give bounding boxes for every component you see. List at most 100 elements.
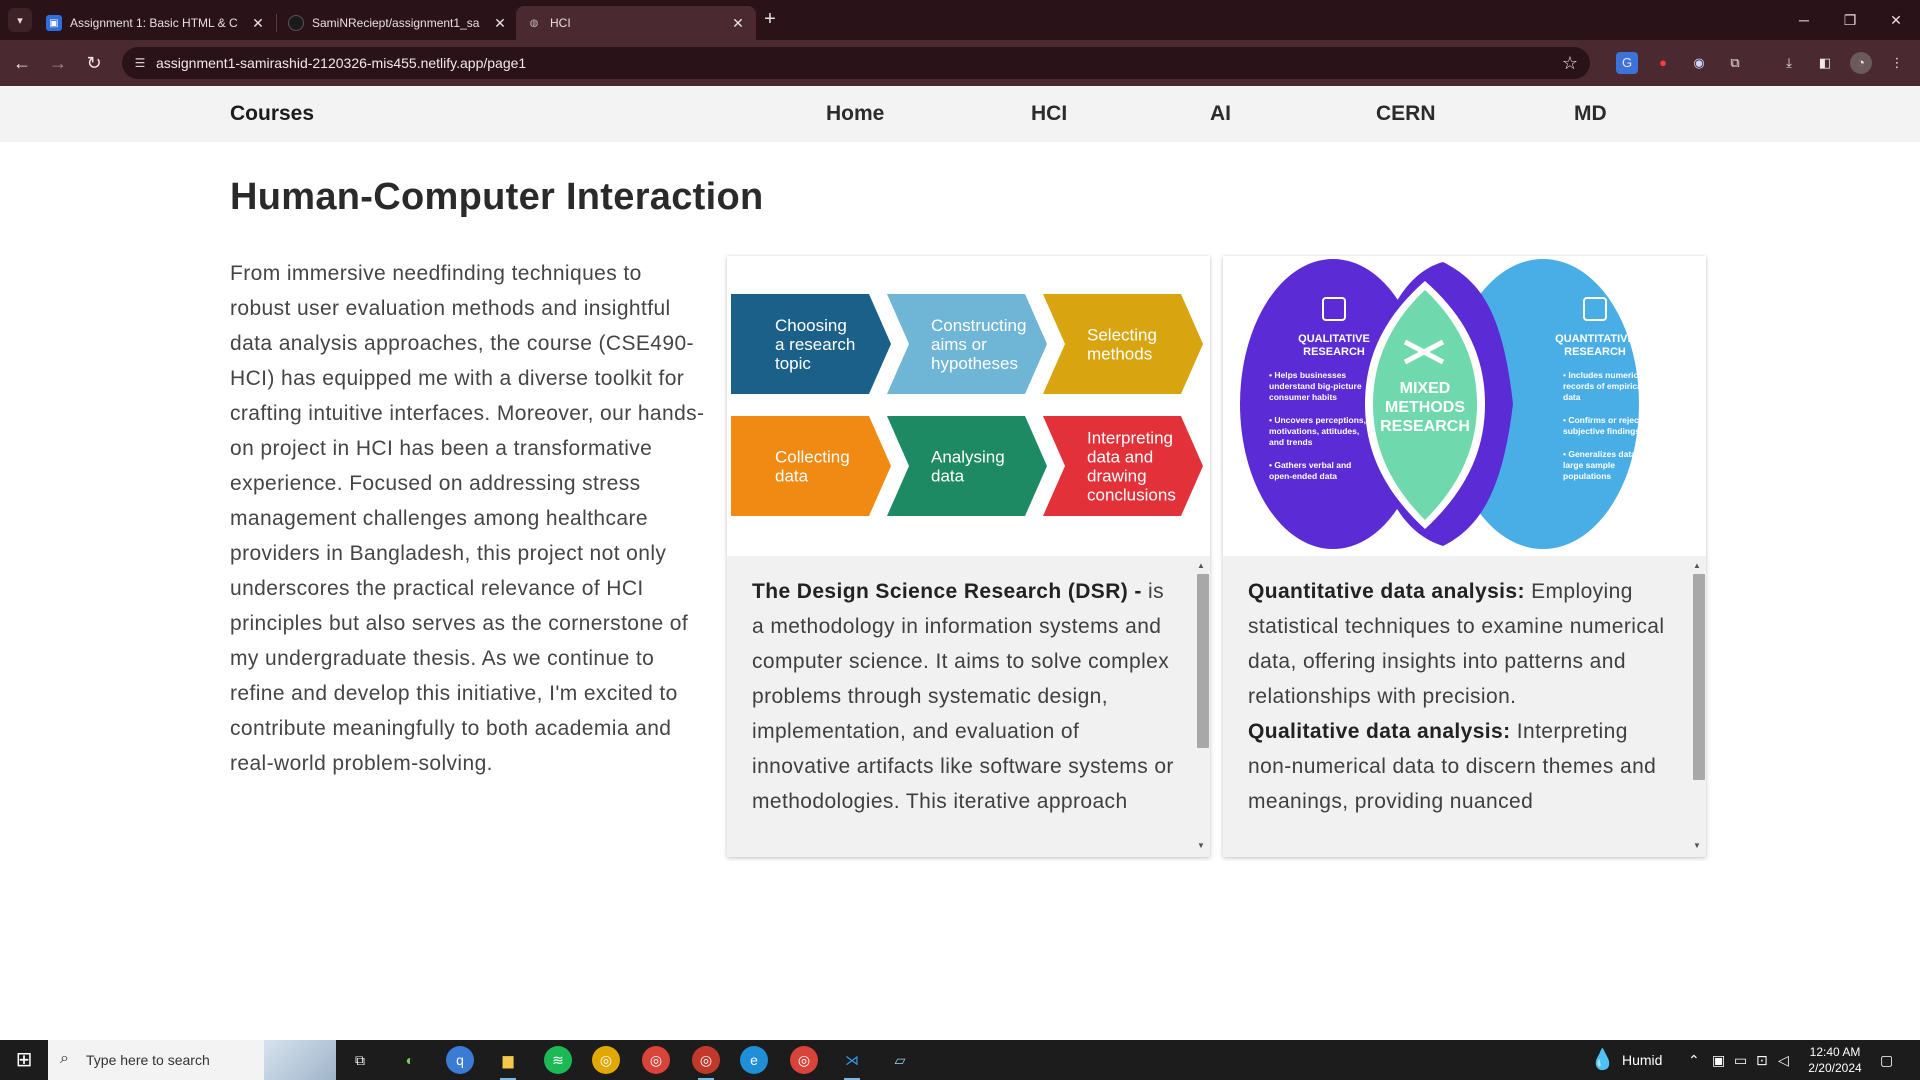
step-5: Analysing data (887, 416, 1047, 516)
minimize-button[interactable]: ─ (1784, 8, 1824, 32)
nav-ai[interactable]: AI (1210, 102, 1231, 126)
forward-button[interactable]: → (46, 51, 70, 75)
research-process-diagram: Choosing a research topic Constructing aims … (727, 256, 1210, 556)
bookmark-star-icon[interactable]: ☆ (1562, 53, 1578, 74)
quant-heading: Quantitative data analysis: (1248, 580, 1525, 603)
mixed-methods-svg: QUALITATIVE RESEARCH • Helps businesses un… (1240, 259, 1658, 549)
address-bar[interactable]: ☰ assignment1-samirashid-2120326-mis455.… (122, 47, 1590, 79)
analysis-text: Quantitative data analysis: Employing st… (1248, 574, 1673, 819)
nav-home[interactable]: Home (826, 102, 884, 126)
scrollbar[interactable]: ▲ ▼ (1690, 560, 1705, 852)
mixed-methods-diagram: QUALITATIVE RESEARCH • Helps businesses un… (1223, 256, 1706, 556)
dsr-text: The Design Science Research (DSR) - is a… (752, 574, 1177, 819)
url-text: assignment1-samirashid-2120326-mis455.ne… (156, 55, 527, 71)
site-info-icon[interactable]: ☰ (132, 55, 148, 71)
notepad-icon[interactable]: ▱ (886, 1046, 914, 1074)
tab-assignment[interactable]: ▣ Assignment 1: Basic HTML & C ✕ (36, 6, 276, 40)
site-brand[interactable]: Courses (230, 102, 314, 126)
nav-md[interactable]: MD (1574, 102, 1607, 126)
card-mixed-methods: QUALITATIVE RESEARCH • Helps businesses un… (1223, 256, 1706, 857)
spotify-icon[interactable]: ≋ (544, 1046, 572, 1074)
tab-separator (276, 14, 277, 32)
dsr-heading: The Design Science Research (DSR) - (752, 580, 1142, 603)
search-highlight-image (264, 1040, 336, 1080)
search-icon: ⌕ (60, 1050, 69, 1067)
close-icon[interactable]: ✕ (250, 15, 266, 32)
step-3: Selecting methods (1043, 294, 1203, 394)
extensions-puzzle-icon[interactable]: ⧉ (1724, 52, 1746, 74)
bullet-point: • Confirms or rejects subjective findings (1563, 415, 1647, 436)
chrome-alt-icon[interactable]: ◎ (790, 1046, 818, 1074)
chrome-active-icon[interactable]: ◎ (692, 1046, 720, 1080)
notification-icon[interactable]: ▢ (1880, 1040, 1893, 1080)
site-navbar: Courses Home HCI AI CERN MD (0, 86, 1920, 142)
windows-start-icon[interactable]: ⊞ (0, 1040, 48, 1080)
windows-taskbar: ⊞ ⌕ Type here to search ⧉ ◐ q ▆ ≋ ◎ ◎ ◎ … (0, 1040, 1920, 1080)
close-icon[interactable]: ✕ (492, 15, 508, 32)
restore-button[interactable]: ❐ (1830, 8, 1870, 32)
scrollbar[interactable]: ▲ ▼ (1194, 560, 1209, 852)
chrome-profile-icon[interactable]: ◎ (642, 1046, 670, 1074)
back-button[interactable]: ← (10, 51, 34, 75)
system-clock[interactable]: 12:40 AM 2/20/2024 (1800, 1044, 1870, 1076)
taskbar-search-box[interactable]: ⌕ Type here to search (48, 1040, 336, 1080)
meet-icon[interactable]: ▣ (1712, 1040, 1725, 1080)
nav-hci[interactable]: HCI (1031, 102, 1067, 126)
vscode-icon[interactable]: ⋊ (838, 1046, 866, 1080)
reload-button[interactable]: ↻ (82, 51, 106, 75)
side-panel-icon[interactable]: ◧ (1814, 52, 1836, 74)
card-body-analysis: Quantitative data analysis: Employing st… (1223, 556, 1706, 857)
menu-dots-icon[interactable]: ⋮ (1886, 52, 1908, 74)
download-icon[interactable]: ⤓ (1778, 52, 1800, 74)
card-research-process: Choosing a research topic Constructing aims … (727, 256, 1210, 857)
weather-icon[interactable]: 💧 (1590, 1040, 1615, 1080)
weather-label[interactable]: Humid (1622, 1040, 1662, 1080)
dsr-description: is a methodology in information systems … (752, 580, 1174, 813)
clock-date: 2/20/2024 (1808, 1061, 1862, 1075)
scroll-down-arrow-icon[interactable]: ▼ (1194, 840, 1208, 852)
step-4: Collecting data (731, 416, 891, 516)
qbittorrent-icon[interactable]: q (446, 1046, 474, 1074)
browser-toolbar: ← → ↻ ☰ assignment1-samirashid-2120326-m… (0, 40, 1920, 86)
card-body-dsr: The Design Science Research (DSR) - is a… (727, 556, 1210, 857)
research-steps-svg: Choosing a research topicConstructing aims … (731, 294, 1203, 516)
classroom-icon: ▣ (46, 15, 62, 31)
edge-dev-icon[interactable]: ◐ (396, 1046, 424, 1074)
intro-paragraph: From immersive needfinding techniques to… (230, 262, 705, 775)
extension-circle-icon[interactable]: ◉ (1688, 52, 1710, 74)
step-2: Constructing aims or hypotheses (887, 294, 1047, 394)
scroll-up-arrow-icon[interactable]: ▲ (1194, 560, 1208, 572)
qual-heading: Qualitative data analysis: (1248, 720, 1511, 743)
nav-cern[interactable]: CERN (1376, 102, 1436, 126)
profile-avatar[interactable]: ◔ (1850, 52, 1872, 74)
step-label: Selecting methods (1087, 326, 1157, 364)
search-placeholder: Type here to search (86, 1052, 210, 1068)
github-icon (288, 15, 304, 31)
step-1: Choosing a research topic (731, 294, 891, 394)
close-icon[interactable]: ✕ (730, 15, 746, 32)
quantitative-points: • Includes numerical records of empirical… (1563, 370, 1658, 481)
show-hidden-icons-icon[interactable]: ⌃ (1688, 1040, 1700, 1080)
tab-search-button[interactable]: ▾ (8, 8, 32, 32)
extension-record-icon[interactable]: ● (1652, 52, 1674, 74)
tab-hci[interactable]: ◍ HCI ✕ (516, 6, 756, 40)
bullet-point: • Generalizes data from large sample popul… (1563, 449, 1658, 481)
globe-icon: ◍ (529, 17, 539, 29)
task-view-icon[interactable]: ⧉ (346, 1046, 374, 1074)
network-icon[interactable]: ⊡ (1756, 1040, 1768, 1080)
scrollbar-thumb[interactable] (1197, 574, 1209, 748)
close-window-button[interactable]: ✕ (1876, 8, 1916, 32)
volume-icon[interactable]: ◁ (1778, 1040, 1789, 1080)
file-explorer-icon[interactable]: ▆ (494, 1046, 522, 1080)
chrome-icon[interactable]: ◎ (592, 1046, 620, 1074)
scroll-down-arrow-icon[interactable]: ▼ (1690, 840, 1704, 852)
tab-github[interactable]: SamiNReciept/assignment1_sa ✕ (278, 6, 518, 40)
step-6: Interpreting data and drawing conclusions (1043, 416, 1203, 516)
page-title: Human-Computer Interaction (230, 176, 764, 218)
scroll-up-arrow-icon[interactable]: ▲ (1690, 560, 1704, 572)
translate-icon[interactable]: G (1616, 52, 1638, 74)
battery-icon[interactable]: ▭ (1734, 1040, 1747, 1080)
scrollbar-thumb[interactable] (1693, 574, 1705, 780)
edge-icon[interactable]: e (740, 1046, 768, 1074)
new-tab-button[interactable]: + (758, 8, 782, 32)
